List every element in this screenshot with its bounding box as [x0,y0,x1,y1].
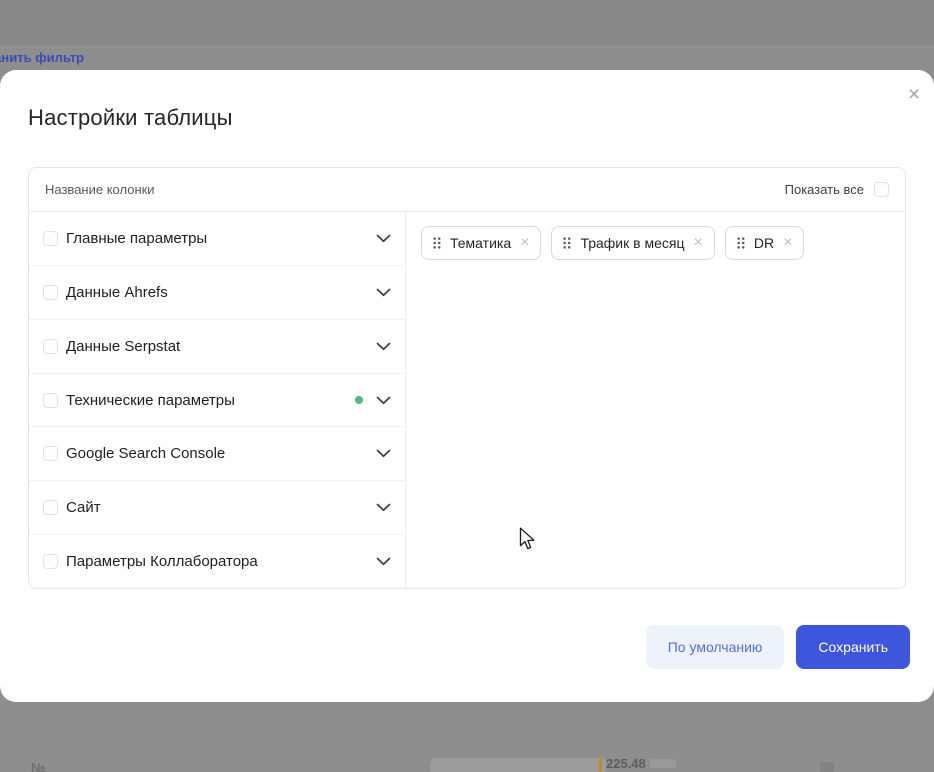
category-row-google-search-console[interactable]: Google Search Console [29,427,405,481]
category-label: Данные Serpstat [66,338,180,355]
category-label: Сайт [66,499,101,516]
selected-columns-list: Тематика × Трафик в месяц × [421,226,890,260]
category-row-serpstat[interactable]: Данные Serpstat [29,320,405,374]
table-settings-modal: × Настройки таблицы Название колонки Пок… [0,70,934,702]
background-table-mark [820,762,834,772]
chip-remove-icon[interactable]: × [783,235,792,251]
chevron-down-icon[interactable] [376,396,391,405]
chip-label: Тематика [450,235,511,251]
metric-flame-icon [599,756,602,772]
metric-value: 225.48 [606,756,646,771]
category-checkbox[interactable] [43,500,58,515]
column-name-header: Название колонки [45,182,155,197]
category-checkbox[interactable] [43,285,58,300]
category-label: Параметры Коллаборатора [66,553,258,570]
category-row-technical-params[interactable]: Технические параметры [29,374,405,428]
chip-label: Трафик в месяц [580,235,684,251]
chevron-down-icon[interactable] [376,234,391,243]
background-table-cell-pill [430,758,606,772]
panel-body: Главные параметры Данные Ahrefs [29,212,905,588]
category-row-main-params[interactable]: Главные параметры [29,212,405,266]
show-all-label: Показать все [785,182,864,197]
save-button[interactable]: Сохранить [796,625,910,669]
chevron-down-icon[interactable] [376,557,391,566]
chip-remove-icon[interactable]: × [520,235,529,251]
chevron-down-icon[interactable] [376,449,391,458]
category-list: Главные параметры Данные Ahrefs [29,212,406,588]
category-checkbox[interactable] [43,339,58,354]
show-all-control: Показать все [785,182,889,197]
modal-footer: По умолчанию Сохранить [646,625,910,669]
panel-header: Название колонки Показать все [29,168,905,212]
chip-label: DR [754,235,774,251]
active-indicator-dot [355,396,363,404]
category-label: Главные параметры [66,230,207,247]
category-checkbox[interactable] [43,231,58,246]
selected-columns-area: Тематика × Трафик в месяц × [406,212,905,588]
background-page-header [0,0,934,45]
column-chip-tematika[interactable]: Тематика × [421,226,541,260]
column-chip-traffic[interactable]: Трафик в месяц × [551,226,714,260]
metric-suffix-blob [650,759,676,768]
chevron-down-icon[interactable] [376,288,391,297]
category-checkbox[interactable] [43,446,58,461]
category-row-collaborator-params[interactable]: Параметры Коллаборатора [29,535,405,588]
modal-title: Настройки таблицы [28,105,233,131]
drag-handle-icon[interactable] [737,237,745,249]
category-label: Данные Ahrefs [66,284,168,301]
category-label: Технические параметры [66,392,235,409]
show-all-checkbox[interactable] [874,182,889,197]
chevron-down-icon[interactable] [376,503,391,512]
category-row-ahrefs[interactable]: Данные Ahrefs [29,266,405,320]
category-label: Google Search Console [66,445,225,462]
drag-handle-icon[interactable] [433,237,441,249]
category-checkbox[interactable] [43,393,58,408]
background-table-number-header: № [31,760,46,772]
chip-remove-icon[interactable]: × [693,235,702,251]
columns-panel: Название колонки Показать все Главные па… [28,167,906,589]
category-checkbox[interactable] [43,554,58,569]
close-icon[interactable]: × [902,82,926,106]
chevron-down-icon[interactable] [376,342,391,351]
background-metric: 225.48 [599,756,676,772]
column-chip-dr[interactable]: DR × [725,226,805,260]
default-button[interactable]: По умолчанию [646,625,785,669]
save-filter-link[interactable]: Сохранить фильтр [0,50,84,65]
drag-handle-icon[interactable] [563,237,571,249]
category-row-site[interactable]: Сайт [29,481,405,535]
